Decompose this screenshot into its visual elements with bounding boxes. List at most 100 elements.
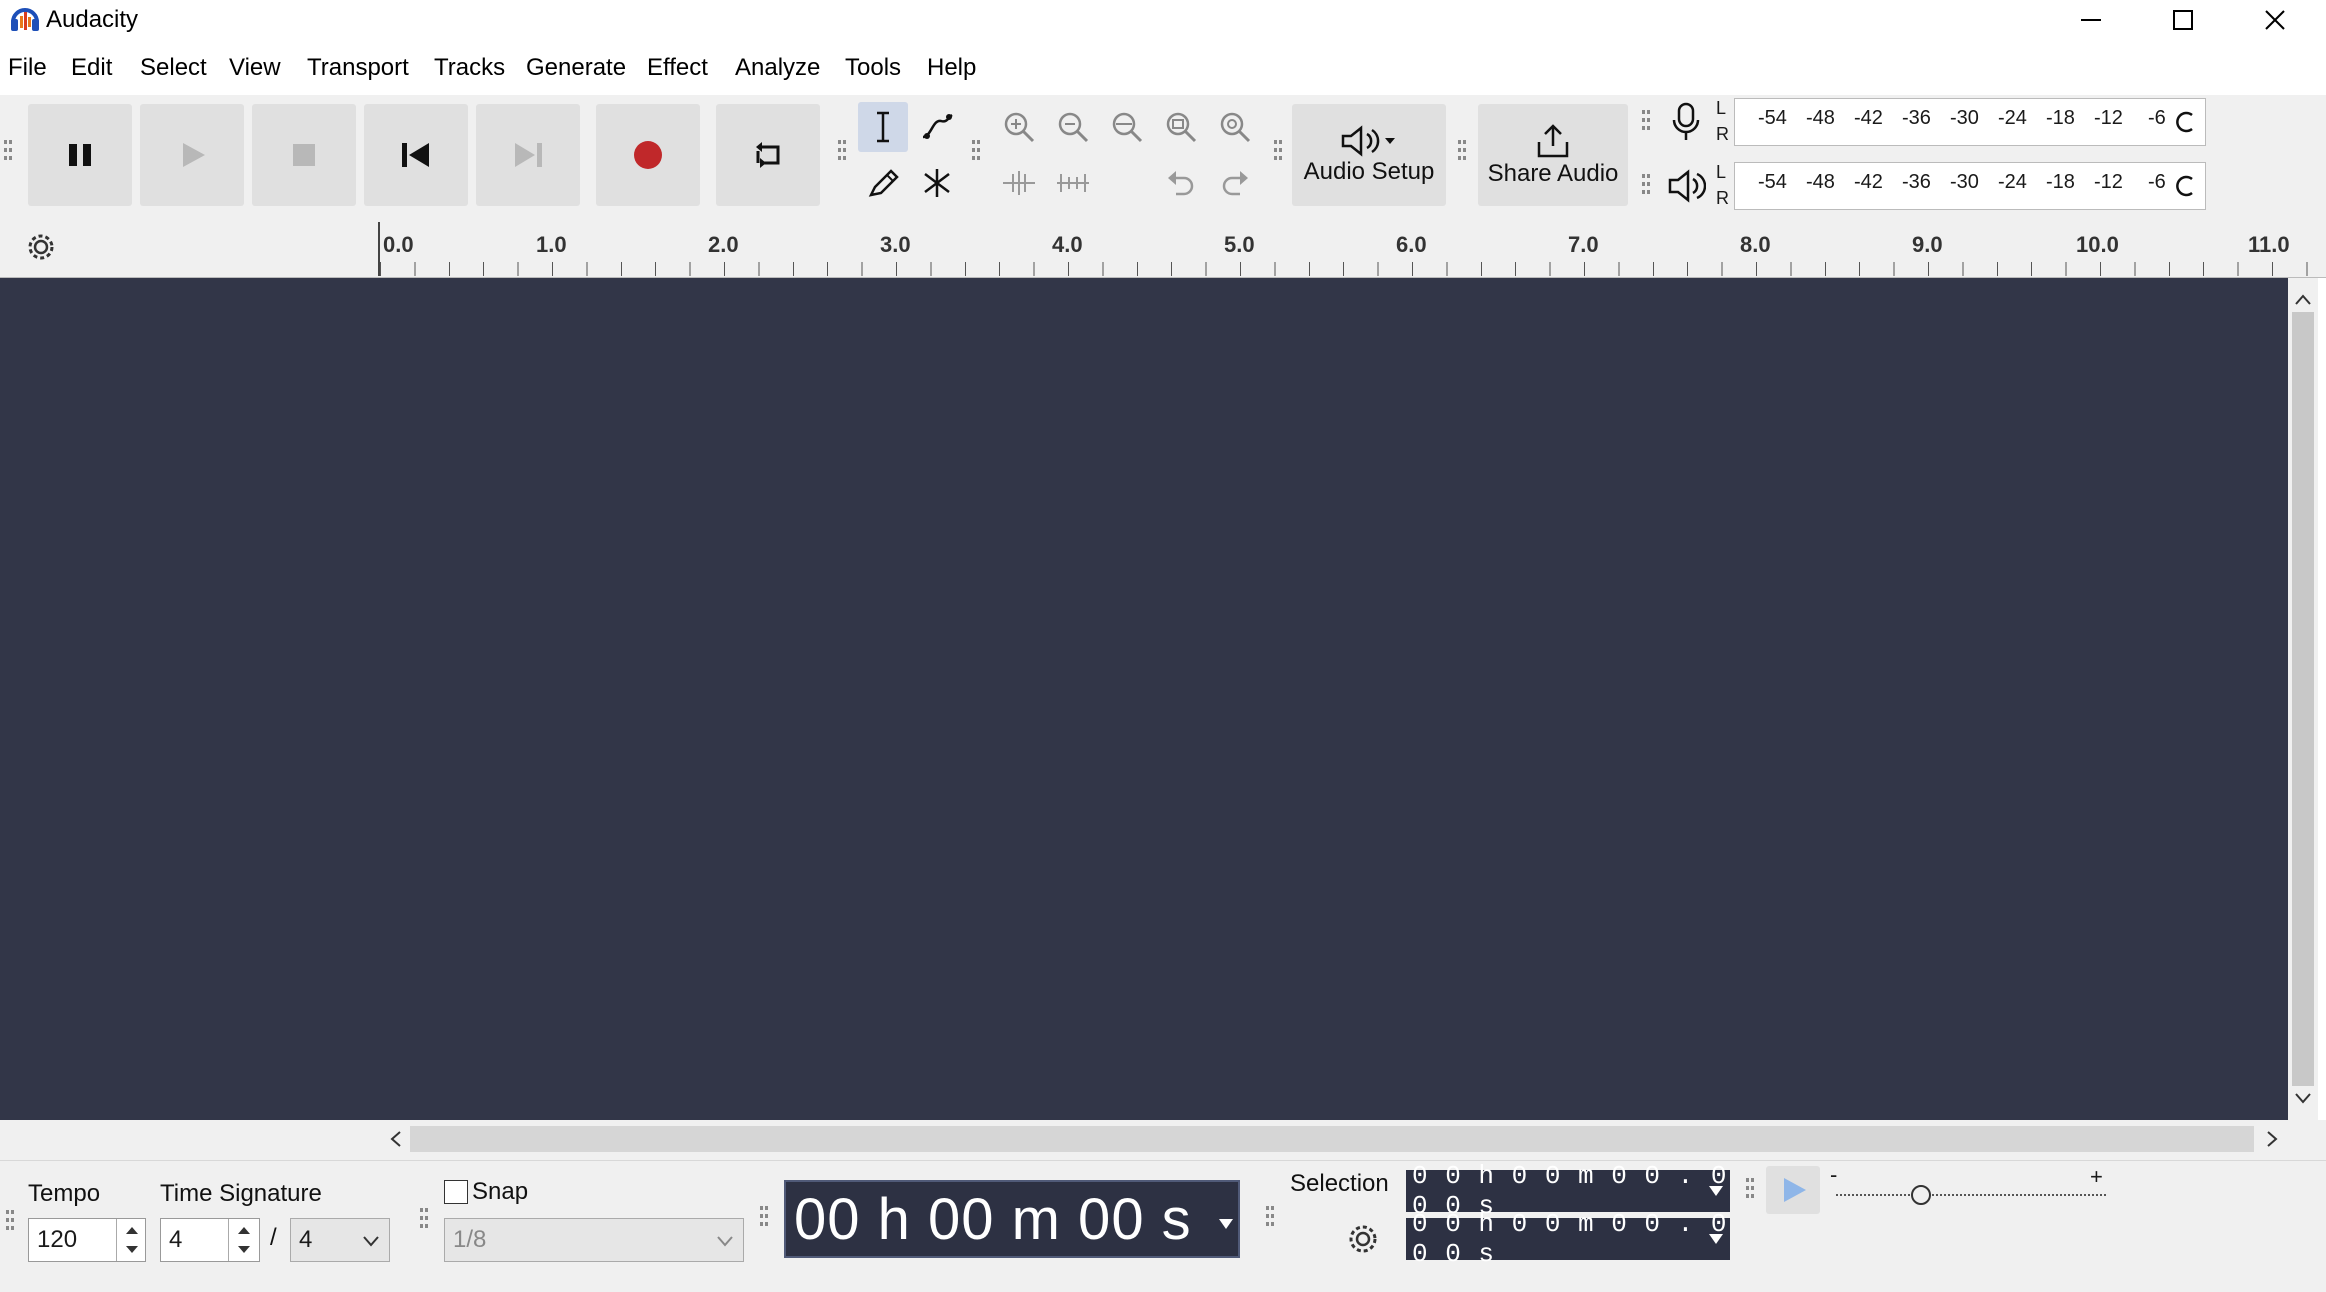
snap-checkbox[interactable] — [444, 1180, 468, 1204]
record-tick: -30 — [1950, 107, 1979, 129]
pause-button[interactable] — [28, 104, 132, 206]
vertical-scroll-thumb[interactable] — [2292, 312, 2314, 1086]
playback-speed-slider-handle[interactable] — [1908, 1182, 1934, 1213]
timeline-settings-gear-icon[interactable] — [26, 232, 56, 267]
selection-tool-icon[interactable] — [858, 102, 908, 152]
fit-project-icon[interactable] — [1156, 102, 1206, 152]
selection-start-dropdown-icon[interactable] — [1706, 1181, 1726, 1201]
playback-tick: -24 — [1998, 171, 2027, 193]
transport-toolbar-grip[interactable] — [4, 140, 12, 160]
selection-end-time[interactable]: 0 0 h 0 0 m 0 0 . 0 0 0 s — [1406, 1209, 1730, 1269]
playback-tick: -18 — [2046, 171, 2075, 193]
selection-settings-gear-icon[interactable] — [1346, 1222, 1380, 1261]
audacity-logo-icon — [10, 4, 40, 32]
share-audio-button[interactable]: Share Audio — [1478, 104, 1628, 206]
speed-max-label: + — [2090, 1164, 2103, 1189]
audio-position-display[interactable]: 00 h 00 m 00 s — [784, 1180, 1240, 1258]
fit-selection-icon[interactable] — [1102, 102, 1152, 152]
playback-meter-grip[interactable] — [1642, 174, 1650, 194]
tempo-label: Tempo — [28, 1180, 101, 1207]
track-panel[interactable] — [0, 278, 2288, 1120]
microphone-icon[interactable] — [1666, 100, 1706, 149]
menu-transport[interactable]: Transport — [307, 54, 409, 82]
maximize-button[interactable] — [2138, 0, 2228, 40]
time-grip[interactable] — [760, 1206, 768, 1226]
selection-end-dropdown-icon[interactable] — [1706, 1229, 1726, 1249]
ruler-label: 8.0 — [1740, 232, 1771, 257]
time-signature-denominator: 4 — [299, 1226, 313, 1253]
ruler-label: 9.0 — [1912, 232, 1943, 257]
record-meter-clip-icon[interactable] — [2174, 110, 2198, 139]
scroll-up-icon[interactable] — [2288, 284, 2318, 314]
multi-tool-icon[interactable] — [912, 158, 962, 208]
skip-to-start-button[interactable] — [364, 104, 468, 206]
zoom-toggle-icon[interactable] — [1210, 102, 1260, 152]
menu-tools[interactable]: Tools — [845, 54, 901, 82]
silence-audio-icon[interactable] — [1048, 158, 1098, 208]
time-signature-label: Time Signature — [160, 1180, 322, 1207]
vertical-scrollbar[interactable] — [2288, 278, 2318, 1120]
selection-start-time[interactable]: 0 0 h 0 0 m 0 0 . 0 0 0 s — [1406, 1161, 1730, 1221]
tools-toolbar-grip[interactable] — [838, 140, 846, 160]
minimize-button[interactable] — [2046, 0, 2136, 40]
record-button[interactable] — [596, 104, 700, 206]
ruler-label: 7.0 — [1568, 232, 1599, 257]
record-tick: -48 — [1806, 107, 1835, 129]
snap-value: 1/8 — [453, 1226, 487, 1253]
zoom-out-icon[interactable] — [1048, 102, 1098, 152]
menu-file[interactable]: File — [8, 54, 47, 82]
menu-effect[interactable]: Effect — [647, 54, 708, 82]
ruler-label: 11.0 — [2248, 232, 2290, 257]
selection-grip[interactable] — [1266, 1206, 1274, 1226]
record-tick: -6 — [2148, 107, 2166, 129]
scroll-right-icon[interactable] — [2258, 1124, 2288, 1159]
envelope-tool-icon[interactable] — [912, 102, 962, 152]
ruler-label: 4.0 — [1052, 232, 1083, 257]
speaker-icon[interactable] — [1666, 164, 1707, 213]
playback-tick: -12 — [2094, 171, 2123, 193]
record-meter-r: R — [1716, 124, 1729, 144]
undo-icon[interactable] — [1156, 158, 1206, 208]
playback-meter-clip-icon[interactable] — [2174, 174, 2198, 203]
menu-view[interactable]: View — [229, 54, 281, 82]
menu-select[interactable]: Select — [140, 54, 207, 82]
menu-analyze[interactable]: Analyze — [735, 54, 820, 82]
snap-grip[interactable] — [420, 1208, 428, 1228]
scroll-left-icon[interactable] — [380, 1124, 410, 1159]
horizontal-scroll-thumb[interactable] — [410, 1126, 2254, 1152]
ruler-ticks — [380, 262, 2310, 276]
record-tick: -18 — [2046, 107, 2075, 129]
time-signature-grip[interactable] — [6, 1210, 14, 1230]
redo-icon[interactable] — [1210, 158, 1260, 208]
audio-setup-button[interactable]: Audio Setup — [1292, 104, 1446, 206]
playback-tick: -54 — [1758, 171, 1787, 193]
play-at-speed-button[interactable] — [1766, 1166, 1820, 1214]
play-button[interactable] — [140, 104, 244, 206]
menu-generate[interactable]: Generate — [526, 54, 626, 82]
audio-setup-grip[interactable] — [1274, 140, 1282, 160]
playback-speed-track[interactable] — [1836, 1194, 2106, 1198]
trim-audio-icon[interactable] — [994, 158, 1044, 208]
draw-tool-icon[interactable] — [858, 158, 908, 208]
record-meter-grip[interactable] — [1642, 110, 1650, 130]
time-signature-spinner[interactable] — [228, 1219, 259, 1261]
snap-select[interactable]: 1/8 — [444, 1218, 744, 1262]
menu-edit[interactable]: Edit — [71, 54, 112, 82]
zoom-in-icon[interactable] — [994, 102, 1044, 152]
menu-tracks[interactable]: Tracks — [434, 54, 505, 82]
selection-end-value: 0 0 h 0 0 m 0 0 . 0 0 0 s — [1412, 1209, 1728, 1269]
time-display-value: 00 h 00 m 00 s — [794, 1186, 1192, 1252]
close-button[interactable] — [2230, 0, 2320, 40]
loop-button[interactable] — [716, 104, 820, 206]
time-signature-denominator-select[interactable]: 4 — [290, 1218, 390, 1262]
play-at-speed-grip[interactable] — [1746, 1178, 1754, 1198]
time-format-dropdown-icon[interactable] — [1216, 1214, 1236, 1234]
scroll-down-icon[interactable] — [2288, 1084, 2318, 1114]
menu-help[interactable]: Help — [927, 54, 976, 82]
edit-toolbar-grip[interactable] — [972, 140, 980, 160]
share-audio-grip[interactable] — [1458, 140, 1466, 160]
stop-button[interactable] — [252, 104, 356, 206]
speaker-dropdown-icon — [1341, 125, 1395, 157]
tempo-spinner[interactable] — [116, 1219, 147, 1261]
skip-to-end-button[interactable] — [476, 104, 580, 206]
